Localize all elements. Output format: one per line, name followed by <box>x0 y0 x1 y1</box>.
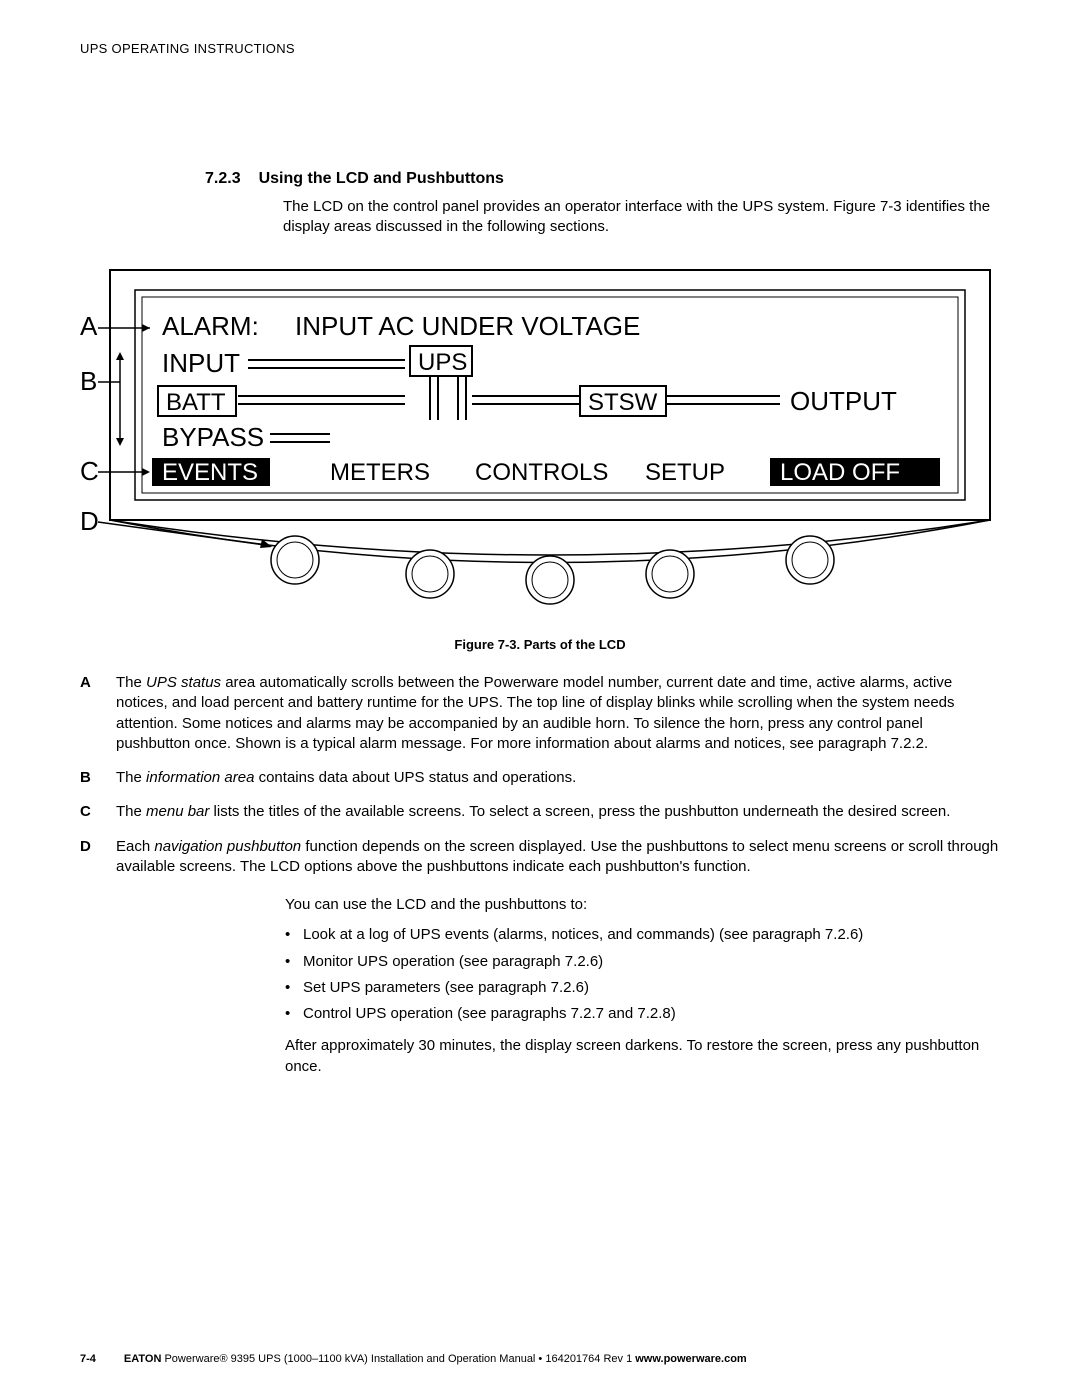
lcd-stsw-label: STSW <box>588 389 658 416</box>
lcd-output-label: OUTPUT <box>790 386 897 416</box>
pushbutton-2 <box>406 550 454 598</box>
lcd-alarm-msg: INPUT AC UNDER VOLTAGE <box>295 311 640 341</box>
lcd-alarm-label: ALARM: <box>162 311 259 341</box>
def-key-c: C <box>80 802 102 822</box>
usage-trailer: After approximately 30 minutes, the disp… <box>285 1036 1000 1077</box>
section-title: Using the LCD and Pushbuttons <box>259 168 504 190</box>
def-text-b: The information area contains data about… <box>116 768 1000 788</box>
lcd-batt-label: BATT <box>166 389 226 416</box>
def-text-c: The menu bar lists the titles of the ava… <box>116 802 1000 822</box>
usage-block: You can use the LCD and the pushbuttons … <box>285 895 1000 1077</box>
lcd-diagram: ALARM: INPUT AC UNDER VOLTAGE INPUT UPS … <box>80 260 1000 630</box>
section-number: 7.2.3 <box>205 168 241 190</box>
usage-lead: You can use the LCD and the pushbuttons … <box>285 895 1000 915</box>
bullet-item: Monitor UPS operation (see paragraph 7.2… <box>285 952 1000 972</box>
callout-a: A <box>80 311 98 341</box>
usage-bullets: Look at a log of UPS events (alarms, not… <box>285 925 1000 1024</box>
menu-load-off: LOAD OFF <box>780 459 900 486</box>
section-intro: The LCD on the control panel provides an… <box>283 197 1000 238</box>
menu-meters: METERS <box>330 459 430 486</box>
figure-caption: Figure 7-3. Parts of the LCD <box>80 636 1000 654</box>
page-header: UPS OPERATING INSTRUCTIONS <box>80 40 1000 58</box>
figure-lcd: ALARM: INPUT AC UNDER VOLTAGE INPUT UPS … <box>80 260 1000 654</box>
menu-events: EVENTS <box>162 459 258 486</box>
callout-c: C <box>80 456 99 486</box>
menu-controls: CONTROLS <box>475 459 608 486</box>
def-key-d: D <box>80 837 102 878</box>
def-text-a: The UPS status area automatically scroll… <box>116 673 1000 754</box>
section-heading: 7.2.3 Using the LCD and Pushbuttons <box>205 168 1000 190</box>
callout-d: D <box>80 506 99 536</box>
lcd-bypass-label: BYPASS <box>162 422 264 452</box>
lcd-ups-label: UPS <box>418 349 467 376</box>
page-number: 7-4 <box>80 1352 96 1367</box>
lcd-input-label: INPUT <box>162 348 240 378</box>
callout-b: B <box>80 366 97 396</box>
pushbutton-5 <box>786 536 834 584</box>
def-key-a: A <box>80 673 102 754</box>
footer-text: EATON Powerware® 9395 UPS (1000–1100 kVA… <box>124 1352 747 1367</box>
page-footer: 7-4 EATON Powerware® 9395 UPS (1000–1100… <box>80 1352 1000 1367</box>
bullet-item: Look at a log of UPS events (alarms, not… <box>285 925 1000 945</box>
definition-list: A The UPS status area automatically scro… <box>80 673 1000 877</box>
pushbutton-1 <box>271 536 319 584</box>
pushbutton-3 <box>526 556 574 604</box>
def-key-b: B <box>80 768 102 788</box>
pushbutton-4 <box>646 550 694 598</box>
def-text-d: Each navigation pushbutton function depe… <box>116 837 1000 878</box>
bullet-item: Set UPS parameters (see paragraph 7.2.6) <box>285 978 1000 998</box>
menu-setup: SETUP <box>645 459 725 486</box>
bullet-item: Control UPS operation (see paragraphs 7.… <box>285 1004 1000 1024</box>
